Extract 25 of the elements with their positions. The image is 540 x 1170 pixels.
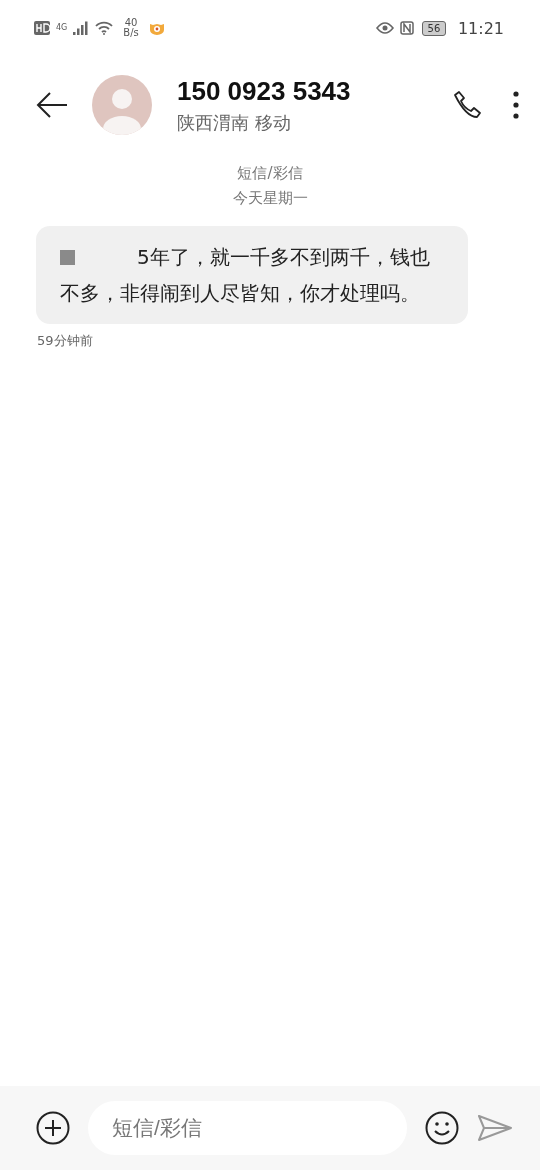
battery-level: 56 [421, 20, 446, 36]
add-button[interactable] [36, 1111, 70, 1145]
channel-label: 短信/彩信 [237, 164, 303, 183]
send-button[interactable] [477, 1114, 513, 1142]
signal-icon [73, 21, 90, 35]
eye-icon [375, 22, 394, 34]
network-type: 4G [56, 23, 68, 33]
contact-location: 陕西渭南 移动 [177, 110, 292, 135]
app-notification-icon [148, 21, 165, 35]
speed-unit: B/s [123, 28, 139, 38]
hd-icon [34, 21, 50, 35]
contact-number: 150 0923 5343 [177, 75, 352, 107]
call-button[interactable] [452, 90, 482, 120]
date-label: 今天星期一 [232, 189, 308, 208]
emoji-button[interactable] [425, 1111, 459, 1145]
speed-value: 40 [124, 18, 138, 28]
message-text: 5年了，就一千多不到两千，钱也不多，非得闹到人尽皆知，你才处理吗。 [60, 245, 430, 305]
more-button[interactable] [512, 91, 520, 119]
nfc-icon [399, 21, 414, 35]
message-bubble[interactable]: 5年了，就一千多不到两千，钱也不多，非得闹到人尽皆知，你才处理吗。 [36, 226, 468, 324]
back-button[interactable] [36, 91, 68, 119]
message-input[interactable]: 短信/彩信 [88, 1101, 407, 1155]
clock: 11:21 [457, 18, 504, 38]
wifi-icon [95, 21, 114, 35]
message-time: 59分钟前 [37, 332, 94, 350]
